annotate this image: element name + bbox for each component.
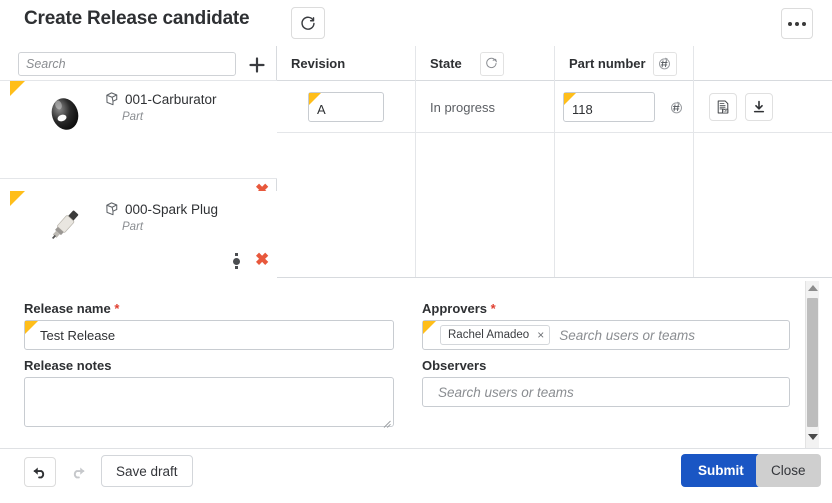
modified-flag-icon: [10, 81, 25, 96]
release-notes-textarea[interactable]: [24, 377, 394, 428]
label-text: Release notes: [24, 358, 112, 373]
cell-empty: [277, 133, 416, 277]
footer-toolbar: Save draft Submit Close: [0, 448, 832, 503]
spark-plug-thumbnail: [51, 210, 79, 240]
chip-close-icon[interactable]: ×: [537, 328, 544, 342]
approver-chip-label: Rachel Amadeo: [448, 329, 530, 341]
part-number-input[interactable]: 118: [563, 92, 655, 122]
scroll-up-arrow-icon[interactable]: [808, 285, 818, 291]
state-value: In progress: [430, 99, 496, 115]
download-icon: [753, 100, 765, 113]
rotate-up-icon: [486, 57, 497, 68]
download-button[interactable]: [745, 93, 773, 121]
revision-input[interactable]: A: [308, 92, 384, 122]
part-number-generate-button[interactable]: [652, 51, 677, 76]
scroll-down-arrow-icon[interactable]: [808, 434, 818, 440]
redo-arrow-icon: [73, 467, 85, 479]
cell-actions: On: [694, 81, 832, 133]
more-vertical-icon[interactable]: [233, 253, 240, 269]
redo-button[interactable]: [64, 457, 92, 487]
search-row: [0, 46, 277, 81]
item-name: 001-Carburator: [125, 92, 217, 107]
undo-button[interactable]: [24, 457, 56, 487]
modified-flag-icon: [309, 93, 321, 105]
list-item[interactable]: 001-Carburator Part ✖: [0, 81, 277, 199]
table-empty-row: [277, 133, 832, 277]
release-name-label: Release name *: [24, 301, 119, 316]
column-header-label: Part number: [569, 56, 646, 71]
revision-table: Revision State Part number A In progress…: [277, 46, 832, 278]
carburator-thumbnail: [51, 98, 79, 130]
approvers-label: Approvers *: [422, 301, 496, 316]
window-title-bar: Create Release candidate: [0, 0, 832, 46]
item-name: 000-Spark Plug: [125, 202, 219, 217]
modified-flag-icon: [10, 191, 25, 206]
svg-text:On: On: [723, 109, 727, 113]
column-header-label: Revision: [291, 56, 346, 71]
column-header-revision[interactable]: Revision: [277, 46, 416, 81]
page-title: Create Release candidate: [24, 8, 250, 29]
approver-chip[interactable]: Rachel Amadeo ×: [440, 325, 551, 345]
column-header-part-number[interactable]: Part number: [555, 46, 694, 81]
submit-button[interactable]: Submit: [681, 454, 761, 487]
list-item[interactable]: 000-Spark Plug Part ✖: [0, 191, 277, 278]
document-report-icon: On: [717, 100, 729, 114]
label-text: Observers: [422, 358, 487, 373]
item-title-row: 000-Spark Plug: [104, 201, 218, 218]
close-button[interactable]: Close: [756, 454, 821, 487]
part-icon: [106, 92, 118, 106]
column-header-state[interactable]: State: [416, 46, 555, 81]
cell-empty: [694, 133, 832, 277]
item-title-row: 001-Carburator: [104, 91, 217, 108]
modified-flag-icon: [564, 93, 576, 105]
items-panel: 001-Carburator Part ✖ 000-Spark Plug Par…: [0, 46, 277, 278]
item-type: Part: [122, 111, 144, 123]
approvers-input[interactable]: Rachel Amadeo × Search users or teams: [422, 320, 790, 350]
required-marker: *: [110, 301, 120, 316]
add-item-button[interactable]: [246, 54, 268, 76]
cell-state: In progress: [416, 81, 555, 133]
modified-flag-icon: [25, 321, 38, 334]
modified-flag-icon: [423, 321, 436, 334]
plus-icon: [249, 57, 265, 73]
required-marker: *: [487, 301, 496, 316]
table-header-row: Revision State Part number: [277, 46, 832, 81]
item-type: Part: [122, 221, 144, 233]
cell-part-number: 118: [555, 81, 694, 133]
state-rotate-button[interactable]: [479, 51, 504, 76]
overflow-menu-button[interactable]: [781, 8, 813, 39]
cell-revision: A: [277, 81, 416, 133]
cell-empty: [416, 133, 555, 277]
refresh-button[interactable]: [291, 7, 325, 39]
observers-input[interactable]: Search users or teams: [422, 377, 790, 407]
observers-label: Observers: [422, 358, 486, 373]
save-draft-button[interactable]: Save draft: [101, 455, 193, 487]
part-number-generate-row-button[interactable]: [663, 94, 689, 120]
column-header-label: State: [430, 56, 462, 71]
cell-empty: [555, 133, 694, 277]
release-form: Release name * Test Release Release note…: [0, 279, 832, 447]
approvers-placeholder: Search users or teams: [559, 327, 696, 343]
search-input[interactable]: [18, 52, 236, 76]
release-notes-label: Release notes: [24, 358, 111, 373]
label-text: Approvers: [422, 301, 488, 316]
undo-arrow-icon: [33, 467, 45, 479]
hash-circle-icon: [670, 101, 682, 113]
refresh-circle-icon: [300, 16, 315, 30]
part-icon: [106, 202, 118, 216]
table-row: A In progress 118 On: [277, 81, 832, 133]
view-report-button[interactable]: On: [709, 93, 737, 121]
release-name-value: Test Release: [40, 327, 116, 343]
scrollbar-thumb[interactable]: [807, 298, 818, 427]
release-name-input[interactable]: Test Release: [24, 320, 394, 350]
column-header-actions: [694, 46, 832, 81]
delete-x-icon[interactable]: ✖: [255, 251, 269, 268]
hash-circle-icon: [659, 57, 671, 70]
observers-placeholder: Search users or teams: [438, 384, 574, 400]
resize-handle-icon[interactable]: [382, 416, 391, 428]
label-text: Release name: [24, 301, 111, 316]
more-horizontal-icon: [788, 21, 806, 26]
